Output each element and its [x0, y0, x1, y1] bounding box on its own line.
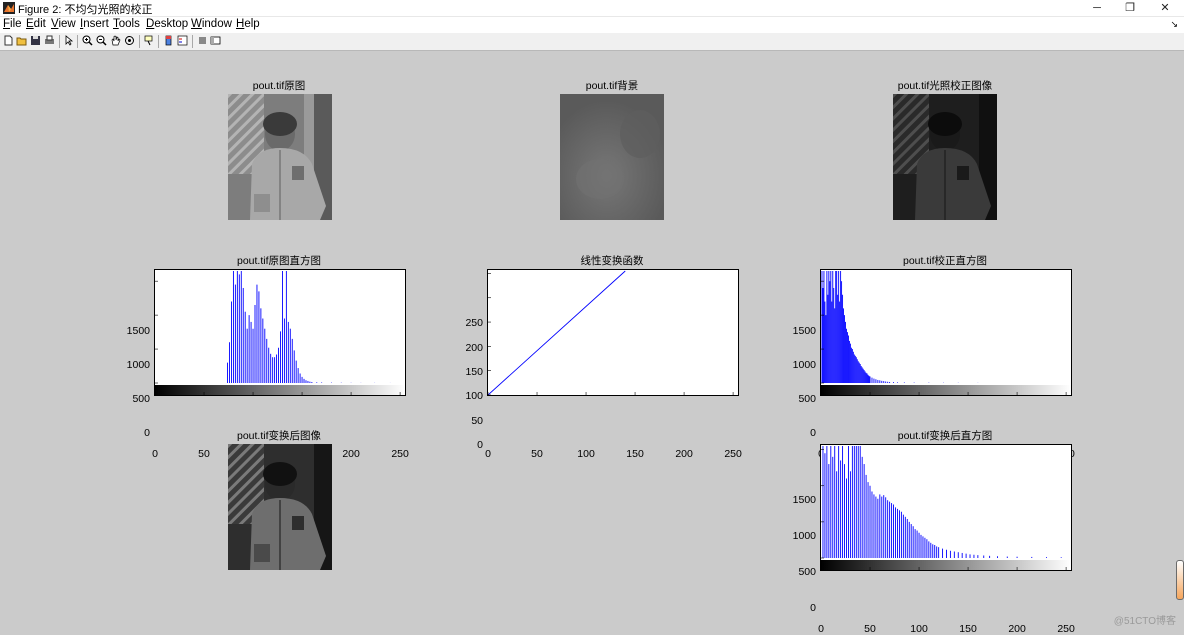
toolbar-separator — [158, 35, 159, 48]
linear-axes[interactable] — [487, 269, 739, 396]
y-tick-label: 1500 — [792, 325, 816, 338]
dock-arrow-icon[interactable]: ↘ — [1170, 19, 1178, 30]
gray-colorbar — [155, 385, 405, 395]
y-tick-label: 200 — [465, 341, 483, 354]
menu-edit[interactable]: Edit — [26, 18, 46, 30]
y-tick-label: 100 — [465, 390, 483, 403]
orig-hist-axes[interactable] — [154, 269, 406, 396]
x-tick-label: 100 — [910, 623, 928, 635]
y-tick-label: 0 — [477, 439, 483, 451]
orig-image-title: pout.tif原图 — [252, 80, 306, 92]
toolbar-separator — [77, 35, 78, 48]
y-tick-label: 250 — [465, 317, 483, 330]
transform-line — [487, 270, 626, 396]
pan-hand-icon[interactable] — [110, 35, 121, 46]
original-image — [228, 94, 332, 220]
zoom-in-icon[interactable] — [82, 35, 93, 46]
menu-tools[interactable]: Tools — [113, 18, 140, 30]
y-tick-label: 500 — [798, 565, 816, 578]
trans-hist-axes[interactable] — [820, 444, 1072, 571]
x-tick-label: 250 — [724, 448, 742, 460]
y-tick-label: 1000 — [792, 529, 816, 542]
vertical-scrollbar-thumb[interactable] — [1176, 560, 1184, 600]
y-tick-label: 0 — [810, 427, 816, 439]
show-plot-tools-icon[interactable] — [210, 35, 221, 46]
orig-hist-title: pout.tif原图直方图 — [236, 255, 322, 267]
toolbar-separator — [139, 35, 140, 48]
y-tick-label: 1000 — [792, 359, 816, 372]
hide-plot-tools-icon[interactable] — [197, 35, 208, 46]
new-figure-icon[interactable] — [3, 35, 14, 46]
linear-title: 线性变换函数 — [580, 255, 644, 267]
trans-hist-title: pout.tif变换后直方图 — [897, 430, 993, 442]
maximize-button[interactable]: ❐ — [1113, 0, 1147, 16]
y-tick-label: 1500 — [792, 493, 816, 506]
insert-colorbar-icon[interactable] — [163, 35, 174, 46]
background-title: pout.tif背景 — [585, 80, 639, 92]
menu-help[interactable]: Help — [236, 18, 260, 30]
menu-view[interactable]: View — [51, 18, 76, 30]
x-tick-label: 150 — [626, 448, 644, 460]
toolbar-separator — [59, 35, 60, 48]
figure-canvas: pout.tif原图 pout.tif背景 pout.tif光照校正图像 pou… — [0, 51, 1184, 635]
corr-hist-plot — [820, 271, 1071, 395]
x-tick-label: 50 — [531, 448, 543, 460]
toolbar-separator — [192, 35, 193, 48]
figure-toolbar — [0, 33, 1184, 51]
y-tick-label: 500 — [798, 393, 816, 406]
x-tick-label: 200 — [675, 448, 693, 460]
minimize-button[interactable]: ─ — [1080, 0, 1114, 16]
x-tick-label: 0 — [152, 448, 158, 460]
corrected-image-title: pout.tif光照校正图像 — [897, 80, 993, 92]
x-tick-label: 200 — [1008, 623, 1026, 635]
open-file-icon[interactable] — [16, 35, 27, 46]
print-icon[interactable] — [44, 35, 55, 46]
x-tick-label: 0 — [818, 623, 824, 635]
window-titlebar: Figure 2: 不均匀光照的校正 ─ ❐ ✕ — [0, 0, 1184, 16]
save-icon[interactable] — [30, 35, 41, 46]
watermark: @51CTO博客 — [1113, 616, 1176, 627]
transformed-image-title: pout.tif变换后图像 — [236, 430, 322, 442]
menu-bar: File Edit View Insert Tools Desktop Wind… — [0, 16, 1184, 34]
insert-legend-icon[interactable] — [177, 35, 188, 46]
y-tick-label: 500 — [132, 393, 150, 406]
x-tick-label: 100 — [577, 448, 595, 460]
menu-window[interactable]: Window — [191, 18, 232, 30]
corr-hist-axes[interactable] — [820, 269, 1072, 396]
rotate-3d-icon[interactable] — [124, 35, 135, 46]
zoom-out-icon[interactable] — [96, 35, 107, 46]
trans-hist-plot — [820, 446, 1071, 570]
gray-colorbar — [821, 560, 1071, 570]
y-tick-label: 1000 — [126, 359, 150, 372]
corr-hist-title: pout.tif校正直方图 — [902, 255, 988, 267]
y-tick-label: 150 — [465, 366, 483, 379]
x-tick-label: 50 — [198, 448, 210, 460]
data-cursor-icon[interactable] — [144, 35, 155, 46]
background-image — [560, 94, 664, 220]
y-tick-label: 1500 — [126, 325, 150, 338]
gray-colorbar — [821, 385, 1071, 395]
y-tick-label: 50 — [471, 414, 483, 427]
close-button[interactable]: ✕ — [1148, 0, 1182, 16]
y-tick-label: 0 — [144, 427, 150, 439]
y-tick-label: 0 — [810, 602, 816, 614]
edit-plot-arrow-icon[interactable] — [64, 35, 75, 46]
transformed-image — [228, 444, 332, 570]
corrected-image — [893, 94, 997, 220]
menu-insert[interactable]: Insert — [80, 18, 109, 30]
menu-desktop[interactable]: Desktop — [146, 18, 188, 30]
window-title: Figure 2: 不均匀光照的校正 — [18, 4, 153, 16]
x-tick-label: 250 — [1057, 623, 1075, 635]
x-tick-label: 150 — [959, 623, 977, 635]
linear-plot — [487, 270, 734, 396]
x-tick-label: 50 — [864, 623, 876, 635]
x-tick-label: 200 — [342, 448, 360, 460]
x-tick-label: 250 — [391, 448, 409, 460]
orig-hist-plot — [154, 271, 405, 395]
menu-file[interactable]: File — [3, 18, 22, 30]
matlab-logo-icon — [3, 2, 15, 14]
